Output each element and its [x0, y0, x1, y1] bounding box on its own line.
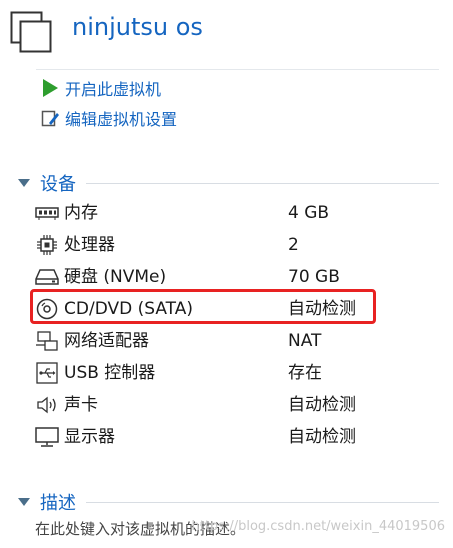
- watermark: https://blog.csdn.net/weixin_44019506: [191, 519, 445, 534]
- device-value: 自动检测: [288, 427, 356, 447]
- processor-icon: [35, 234, 59, 256]
- device-name: USB 控制器: [64, 363, 156, 383]
- vm-title: ninjutsu os: [72, 13, 203, 41]
- hard-disk-icon: [35, 266, 59, 288]
- description-section-label: 描述: [40, 493, 76, 514]
- device-value: 自动检测: [288, 395, 356, 415]
- virtual-machine-icon: [10, 11, 52, 53]
- header-divider: [36, 69, 439, 70]
- monitor-icon: [35, 426, 59, 448]
- devices-section-label: 设备: [40, 174, 76, 195]
- device-name: 处理器: [64, 235, 115, 255]
- device-value: 存在: [288, 363, 322, 383]
- device-value: 2: [288, 235, 299, 255]
- device-row-sound-card[interactable]: 声卡 自动检测: [35, 391, 390, 419]
- device-value: 4 GB: [288, 203, 330, 223]
- network-adapter-icon: [35, 330, 59, 352]
- description-section-divider: [86, 502, 439, 503]
- device-row-network-adapter[interactable]: 网络适配器 NAT: [35, 327, 390, 355]
- devices-section-divider: [86, 183, 439, 184]
- device-name: 显示器: [64, 427, 115, 447]
- device-value: 70 GB: [288, 267, 340, 287]
- edit-vm-settings-label: 编辑虚拟机设置: [65, 110, 178, 129]
- description-section-toggle[interactable]: 描述: [18, 489, 76, 515]
- cd-dvd-highlight-box: [30, 289, 376, 324]
- device-row-memory[interactable]: 内存 4 GB: [35, 199, 390, 227]
- power-on-vm-link[interactable]: 开启此虚拟机: [39, 76, 161, 100]
- collapse-triangle-icon: [18, 498, 30, 506]
- device-name: 声卡: [64, 395, 98, 415]
- device-name: 网络适配器: [64, 331, 149, 351]
- devices-section-toggle[interactable]: 设备: [18, 170, 76, 196]
- device-row-usb-controller[interactable]: USB 控制器 存在: [35, 359, 390, 387]
- power-on-vm-label: 开启此虚拟机: [65, 80, 162, 99]
- speaker-icon: [35, 394, 59, 416]
- device-value: NAT: [288, 331, 322, 351]
- collapse-triangle-icon: [18, 179, 30, 187]
- usb-icon: [35, 362, 59, 384]
- device-name: 内存: [64, 203, 98, 223]
- device-row-processor[interactable]: 处理器 2: [35, 231, 390, 259]
- device-row-display[interactable]: 显示器 自动检测: [35, 423, 390, 451]
- device-row-hard-disk[interactable]: 硬盘 (NVMe) 70 GB: [35, 263, 390, 291]
- edit-settings-icon: [39, 107, 61, 129]
- device-name: 硬盘 (NVMe): [64, 267, 167, 287]
- play-icon: [39, 77, 61, 99]
- edit-vm-settings-link[interactable]: 编辑虚拟机设置: [39, 106, 177, 130]
- memory-icon: [35, 202, 59, 224]
